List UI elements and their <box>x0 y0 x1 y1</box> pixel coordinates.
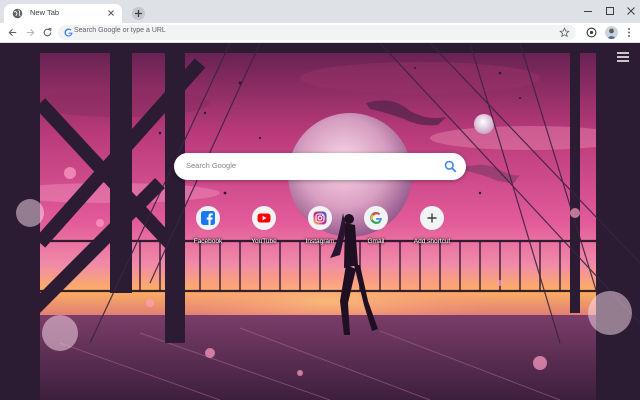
extension-icon[interactable] <box>586 27 597 38</box>
shortcut-add[interactable]: Add shortcut <box>404 206 460 250</box>
shortcut-tile <box>196 206 220 230</box>
address-bar-placeholder: Search Google or type a URL <box>74 27 166 34</box>
shortcut-facebook[interactable]: Facebook <box>180 206 236 250</box>
shortcut-label: YouTube <box>251 238 277 245</box>
shortcut-tile <box>308 206 332 230</box>
youtube-icon <box>257 213 271 223</box>
globe-icon <box>12 8 23 19</box>
search-icon[interactable] <box>444 160 457 173</box>
address-bar[interactable]: Search Google or type a URL <box>58 25 576 40</box>
tab-strip: New Tab <box>0 0 640 23</box>
forward-arrow-icon[interactable] <box>25 27 36 38</box>
shortcut-label: Gmail <box>367 238 385 245</box>
minimize-icon[interactable] <box>582 5 594 17</box>
search-placeholder: Search Google <box>186 161 237 170</box>
more-vert-icon[interactable] <box>624 27 634 38</box>
profile-avatar[interactable] <box>605 26 618 39</box>
google-search-box[interactable]: Search Google <box>174 153 466 180</box>
new-tab-page: Search Google Facebook YouTube Instagram… <box>0 43 640 400</box>
shortcut-tile <box>364 206 388 230</box>
plus-icon <box>135 10 142 17</box>
bookmark-star-icon[interactable] <box>559 27 570 38</box>
reload-icon[interactable] <box>42 27 53 38</box>
shortcut-youtube[interactable]: YouTube <box>236 206 292 250</box>
avatar-icon <box>607 28 616 39</box>
new-tab-button[interactable] <box>132 7 145 20</box>
instagram-icon <box>313 211 327 225</box>
shortcut-tile <box>420 206 444 230</box>
shortcut-instagram[interactable]: Instagram <box>292 206 348 250</box>
tab-title: New Tab <box>30 8 60 17</box>
browser-toolbar: Search Google or type a URL <box>0 23 640 43</box>
google-icon <box>64 28 73 37</box>
tab-new-tab[interactable]: New Tab <box>4 4 122 23</box>
shortcut-gmail[interactable]: Gmail <box>348 206 404 250</box>
maximize-icon[interactable] <box>604 5 616 17</box>
shortcut-label: Facebook <box>193 238 223 245</box>
google-icon <box>370 211 382 224</box>
shortcut-label: Add shortcut <box>413 238 451 245</box>
shortcut-tile <box>252 206 276 230</box>
plus-icon <box>427 213 437 223</box>
facebook-icon <box>201 211 215 225</box>
back-arrow-icon[interactable] <box>7 27 18 38</box>
shortcut-label: Instagram <box>305 238 335 245</box>
window-close-icon[interactable] <box>625 5 637 17</box>
customize-menu-icon[interactable] <box>616 51 630 63</box>
close-icon[interactable] <box>106 8 116 18</box>
